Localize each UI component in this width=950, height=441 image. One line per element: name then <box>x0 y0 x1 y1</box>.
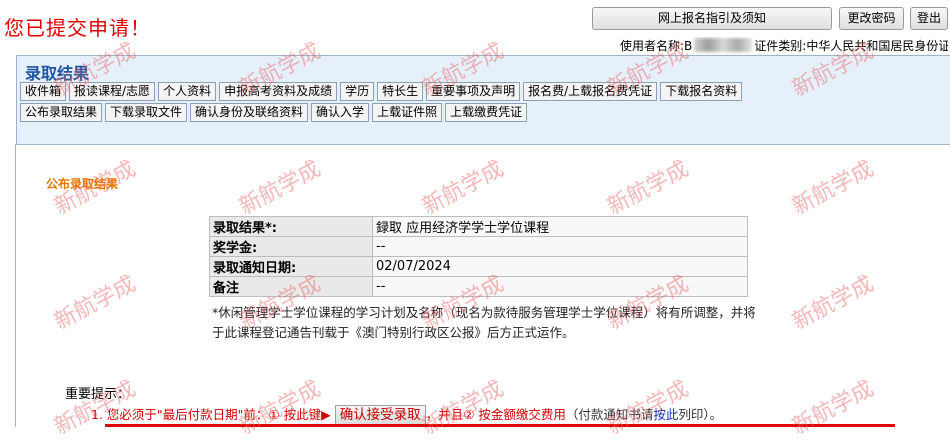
tab-row-2: 公布录取结果 下载录取文件 确认身份及联络资料 确认入学 上载证件照 上载缴费凭… <box>20 103 528 122</box>
reminder-text-2: ，并且② 按金额缴交费用 <box>425 407 566 422</box>
id-type-label: 证件类别: <box>754 39 807 53</box>
user-label: 使用者名称: <box>620 39 685 53</box>
table-row: 录取通知日期: 02/07/2024 <box>209 256 748 277</box>
important-title: 重要提示： <box>65 387 131 402</box>
guide-button[interactable]: 网上报名指引及须知 <box>592 7 832 30</box>
result-table: 录取结果*: 録取 应用经济学学士学位课程 奖学金: -- 录取通知日期: 02… <box>209 216 748 297</box>
logout-button[interactable]: 登出 <box>910 7 948 30</box>
user-value: B <box>684 39 693 53</box>
tab-application-fee[interactable]: 报名费/上载报名费凭证 <box>523 82 658 101</box>
tab-declaration[interactable]: 重要事项及声明 <box>426 82 521 101</box>
redacted-username <box>694 38 753 52</box>
section-title: 公布录取结果 <box>46 177 119 191</box>
row-value: 録取 应用经济学学士学位课程 <box>372 216 748 237</box>
tab-gaokao-scores[interactable]: 申报高考资料及成绩 <box>219 82 338 101</box>
print-notice-link[interactable]: 按此 <box>653 407 678 422</box>
row-label: 备注 <box>209 276 373 297</box>
content-area: 公布录取结果 录取结果*: 録取 应用经济学学士学位课程 奖学金: -- 录取通… <box>15 144 950 427</box>
tab-inbox[interactable]: 收件箱 <box>20 82 67 101</box>
tab-upload-payment[interactable]: 上载缴费凭证 <box>445 103 528 122</box>
submission-status: 您已提交申请！ <box>4 16 151 40</box>
table-row: 备注 -- <box>209 276 748 297</box>
reminder-text-3: （付款通知书请 <box>565 407 654 422</box>
table-row: 录取结果*: 録取 应用经济学学士学位课程 <box>209 216 748 237</box>
tab-special-talent[interactable]: 特长生 <box>377 82 424 101</box>
id-type-value: 中华人民共和国居民身份证 <box>806 39 948 53</box>
accept-admission-button[interactable]: 确认接受录取 <box>334 405 426 425</box>
tab-download-admission[interactable]: 下载录取文件 <box>105 103 188 122</box>
tab-upload-photo[interactable]: 上载证件照 <box>372 103 443 122</box>
row-value: 02/07/2024 <box>372 256 748 277</box>
tab-education[interactable]: 学历 <box>340 82 375 101</box>
tab-confirm-identity[interactable]: 确认身份及联络资料 <box>190 103 309 122</box>
tab-row-1: 收件箱 报读课程/志愿 个人资料 申报高考资料及成绩 学历 特长生 重要事项及声… <box>20 82 743 101</box>
panel-title: 录取结果 <box>25 64 90 83</box>
row-value: -- <box>372 236 748 257</box>
course-note: *休闲管理学士学位课程的学习计划及名称（现名为款待服务管理学士学位课程）将有所调… <box>212 305 756 340</box>
tab-courses[interactable]: 报读课程/志愿 <box>69 82 156 101</box>
tab-confirm-enrollment[interactable]: 确认入学 <box>311 103 370 122</box>
user-info: 使用者名称:B 证件类别:中华人民共和国居民身份证 <box>620 37 948 54</box>
tab-personal-info[interactable]: 个人资料 <box>158 82 217 101</box>
row-value: -- <box>372 276 748 297</box>
reminder-text-1: 1. 您必须于"最后付款日期"前：① 按此键▶ <box>91 407 331 422</box>
row-label: 录取结果*: <box>209 216 373 237</box>
reminder-text-4: 列印）。 <box>678 407 723 422</box>
tab-download-application[interactable]: 下载报名资料 <box>660 82 743 101</box>
payment-reminder: 1. 您必须于"最后付款日期"前：① 按此键▶ 确认接受录取 ，并且② 按金额缴交… <box>91 404 722 425</box>
tab-admission-result[interactable]: 公布录取结果 <box>20 103 103 122</box>
row-label: 录取通知日期: <box>209 256 373 277</box>
change-password-button[interactable]: 更改密码 <box>839 7 904 30</box>
table-row: 奖学金: -- <box>209 236 748 257</box>
row-label: 奖学金: <box>209 236 373 257</box>
